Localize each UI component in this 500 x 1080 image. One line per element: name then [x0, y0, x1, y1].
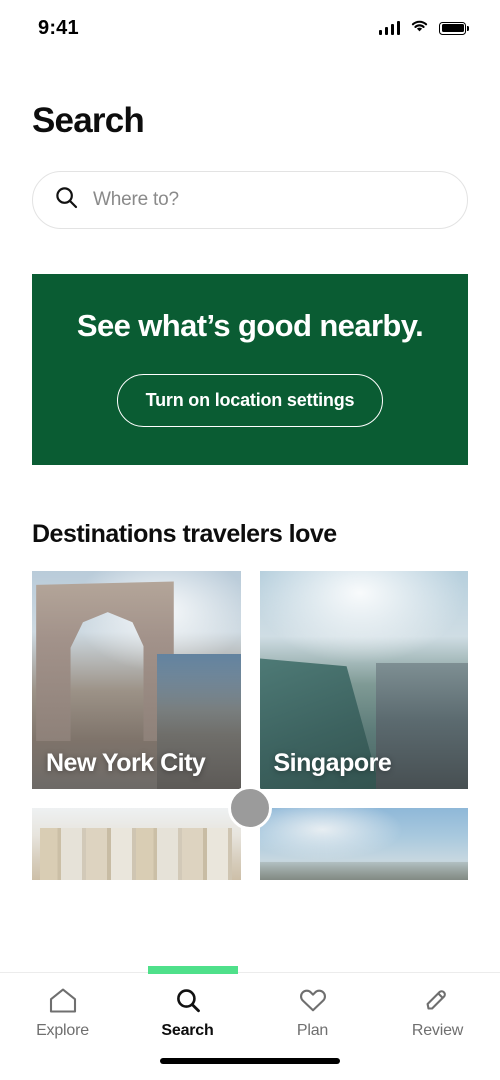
page-title: Search [32, 101, 145, 140]
tab-plan[interactable]: Plan [250, 987, 375, 1040]
destinations-section-title: Destinations travelers love [32, 520, 337, 549]
search-icon [55, 186, 78, 214]
tab-plan-label: Plan [296, 1022, 329, 1039]
search-bar-container: Where to? [0, 141, 500, 229]
tab-explore[interactable]: Explore [0, 987, 125, 1040]
pencil-icon [423, 987, 453, 1014]
rome-buildings-photo [32, 808, 241, 881]
drag-handle-cursor[interactable] [228, 786, 272, 830]
destination-card-skyline[interactable] [259, 808, 468, 881]
tab-review[interactable]: Review [375, 987, 500, 1040]
destination-card-label: Singapore [273, 749, 392, 778]
destination-card-new-york-city[interactable]: New York City [32, 571, 241, 790]
status-bar: 9:41 [0, 0, 500, 56]
destination-card-rome[interactable] [32, 808, 241, 881]
tab-explore-label: Explore [36, 1022, 89, 1039]
tab-search-label: Search [161, 1022, 214, 1039]
search-placeholder: Where to? [93, 189, 179, 210]
home-icon [48, 987, 78, 1014]
status-icons [378, 18, 469, 38]
tab-search[interactable]: Search [125, 987, 250, 1040]
status-time: 9:41 [38, 16, 79, 39]
city-skyline-photo [259, 808, 468, 881]
heart-icon [298, 987, 328, 1014]
search-icon [173, 987, 203, 1014]
cellular-signal-icon [378, 21, 400, 35]
search-input[interactable]: Where to? [32, 171, 468, 229]
turn-on-location-settings-button[interactable]: Turn on location settings [116, 374, 384, 428]
battery-full-icon [439, 21, 469, 35]
tab-review-label: Review [411, 1022, 464, 1039]
destinations-grid: New York City Singapore [32, 571, 468, 881]
location-promo-banner: See what’s good nearby. Turn on location… [32, 274, 468, 466]
selection-highlight-strip [148, 966, 238, 974]
destination-card-singapore[interactable]: Singapore [259, 571, 468, 790]
home-indicator-bar [160, 1058, 340, 1064]
promo-title: See what’s good nearby. [76, 308, 424, 343]
destination-card-label: New York City [46, 749, 206, 778]
wifi-icon [409, 18, 430, 38]
